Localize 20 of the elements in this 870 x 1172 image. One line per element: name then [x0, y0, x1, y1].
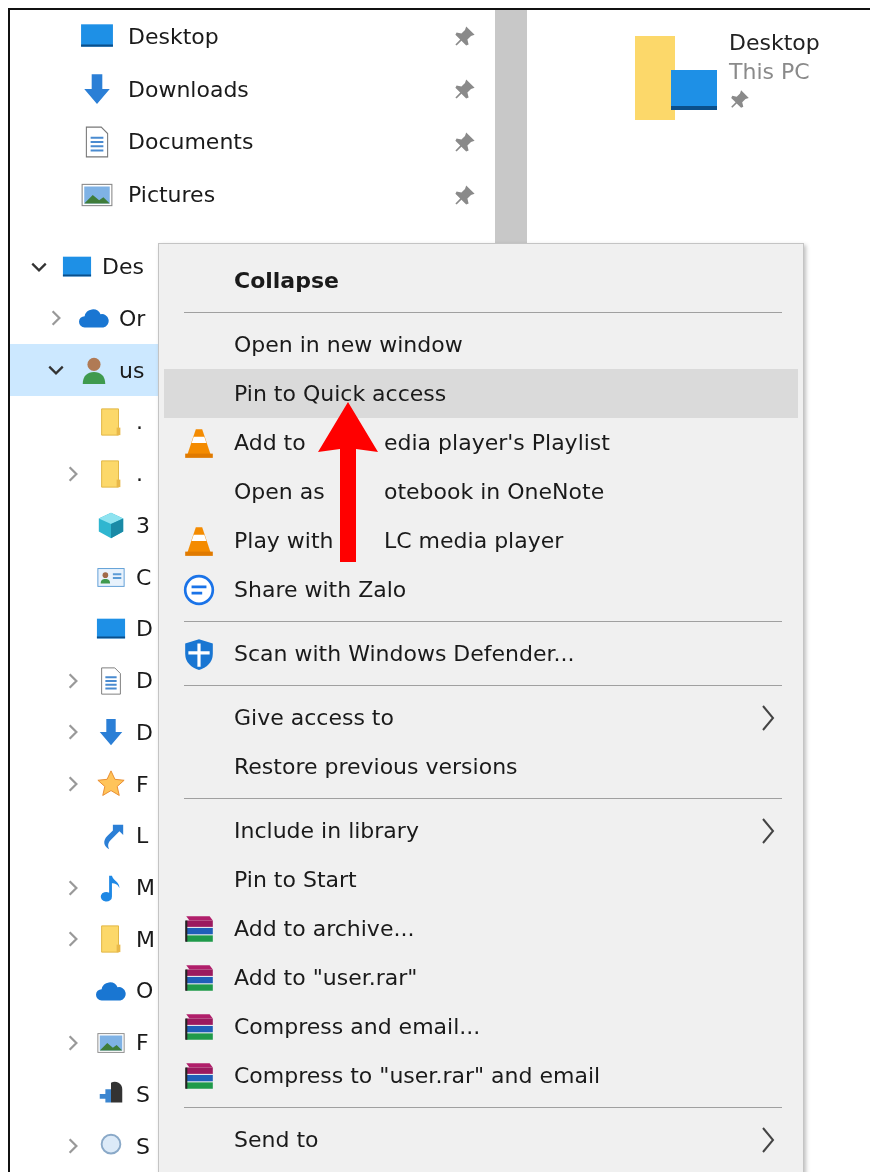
tree-item-label: L [136, 823, 149, 849]
tree-item-label: D [136, 616, 153, 642]
tree-item-label: D [136, 719, 153, 745]
tree-item-label: S [136, 1133, 150, 1159]
item-name: Desktop [729, 30, 820, 55]
tree-item-label: O [136, 978, 154, 1004]
tree-item-label: S [136, 1081, 150, 1107]
tree-item-label: M [136, 875, 155, 900]
tree-item-label: Des [102, 254, 144, 280]
tree-item-label: . [136, 409, 143, 435]
tree-item-label: D [136, 668, 153, 694]
tree-item-label: C [136, 564, 152, 590]
tree-item-label: F [136, 1030, 149, 1056]
tree-item-label: Or [119, 305, 146, 331]
tree-item-label: F [136, 771, 149, 797]
item-location: This PC [729, 59, 810, 84]
tree-item-label: us [119, 357, 145, 383]
tree-item-label: M [136, 926, 155, 952]
tree-item-label: 3 [136, 512, 150, 538]
tree-item-label: . [136, 461, 143, 487]
